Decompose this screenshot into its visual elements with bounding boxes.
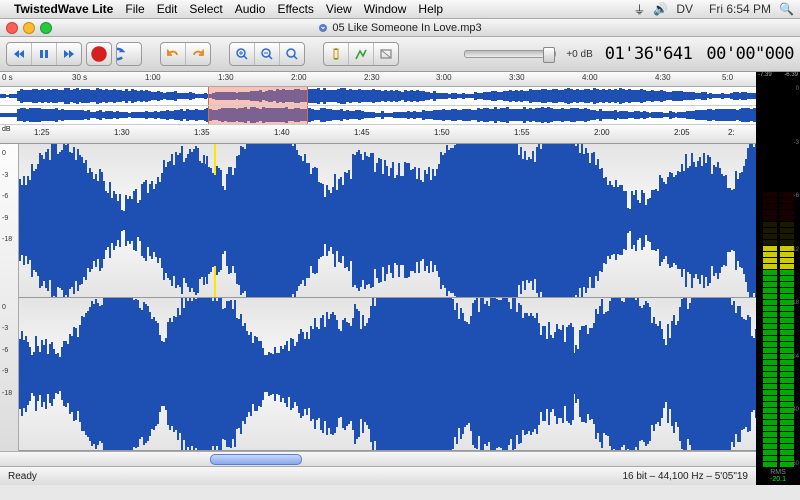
meter-rms-value: -20.1 [770,476,786,483]
app-menu[interactable]: TwistedWave Lite [14,2,113,16]
loop-button[interactable] [116,42,142,66]
record-button[interactable] [86,42,112,66]
db-ruler-label: dB [2,126,11,133]
menu-file[interactable]: File [125,2,144,16]
main-ruler[interactable]: dB 1:25 1:30 1:35 1:40 1:45 1:50 1:55 2:… [0,125,756,144]
tools-group [323,42,399,66]
status-bar: Ready 16 bit – 44,100 Hz – 5'05"19 [0,466,756,485]
menu-view[interactable]: View [326,2,352,16]
overview-tick: 0 s [2,73,13,82]
horizontal-scrollbar-thumb[interactable] [210,454,302,465]
redo-button[interactable] [186,43,210,65]
main-tick: 2:00 [594,128,610,137]
fast-forward-button[interactable] [57,43,81,65]
meter-peak-l: -7.39 [758,72,772,84]
menu-select[interactable]: Select [189,2,222,16]
zoom-in-button[interactable] [230,43,255,65]
level-meter[interactable]: -7.39 -6.39 0 -3 -6 -12 -18 -24 -40 -60 … [756,72,800,485]
zoom-out-button[interactable] [255,43,280,65]
spotlight-icon[interactable]: 🔍 [779,2,794,16]
window-titlebar[interactable]: 05 Like Someone In Love.mp3 [0,19,800,37]
volume-slider[interactable] [464,50,556,58]
overview-tick: 4:00 [582,73,598,82]
overview-waveform[interactable]: 0 s 30 s 1:00 1:30 2:00 2:30 3:00 3:30 4… [0,72,756,125]
overview-selection[interactable] [208,87,308,105]
battery-label: DV [676,2,693,16]
transport-group [6,42,82,66]
rewind-button[interactable] [7,43,32,65]
wifi-icon[interactable]: ⏚ [633,1,645,18]
pause-button[interactable] [32,43,57,65]
document-title: 05 Like Someone In Love.mp3 [332,22,481,34]
vertical-zoom-button[interactable] [324,43,349,65]
overview-tick: 5:0 [722,73,733,82]
overview-tick: 3:00 [436,73,452,82]
main-tick: 1:50 [434,128,450,137]
menu-edit[interactable]: Edit [157,2,178,16]
overview-selection[interactable] [208,106,308,124]
main-tick: 1:30 [114,128,130,137]
close-window-button[interactable] [6,22,18,34]
main-tick: 2:05 [674,128,690,137]
overview-tick: 30 s [72,73,87,82]
overview-tick: 2:30 [364,73,380,82]
meter-rms-label: RMS [770,469,786,476]
horizontal-scrollbar[interactable] [0,451,756,466]
menu-help[interactable]: Help [418,2,443,16]
minimize-window-button[interactable] [23,22,35,34]
menu-audio[interactable]: Audio [235,2,266,16]
zoom-fit-button[interactable] [280,43,304,65]
main-tick: 1:35 [194,128,210,137]
status-left: Ready [8,471,37,482]
waveform-channel-left[interactable] [19,144,756,298]
markers-button[interactable] [374,43,398,65]
undo-redo-group [160,42,211,66]
playhead-time: 01'36"641 [605,44,693,64]
meter-peak-r: -6.39 [784,72,798,84]
overview-channel-left[interactable] [0,87,756,106]
overview-tick: 1:30 [218,73,234,82]
document-proxy-icon[interactable] [318,23,328,33]
overview-channel-right[interactable] [0,106,756,125]
normalize-button[interactable] [349,43,374,65]
waveform-channel-right[interactable] [19,298,756,452]
macos-menubar: TwistedWave Lite File Edit Select Audio … [0,0,800,19]
overview-tick: 2:00 [291,73,307,82]
main-tick: 1:45 [354,128,370,137]
menu-effects[interactable]: Effects [277,2,313,16]
overview-tick: 3:30 [509,73,525,82]
menu-window[interactable]: Window [364,2,407,16]
overview-tick: 1:00 [145,73,161,82]
db-gutter-left: 0 -3 -6 -9 -18 0 -3 -6 -9 -18 [0,144,19,451]
volume-slider-knob[interactable] [543,47,555,63]
main-toolbar: +0 dB 01'36"641 00'00"000 [0,37,800,72]
overview-tick: 4:30 [655,73,671,82]
main-tick: 1:25 [34,128,50,137]
volume-db-label: +0 dB [566,49,592,60]
overview-ruler[interactable]: 0 s 30 s 1:00 1:30 2:00 2:30 3:00 3:30 4… [0,72,756,87]
zoom-group [229,42,305,66]
main-tick: 2: [728,128,735,137]
volume-icon[interactable]: 🔊 [653,2,668,16]
status-right: 16 bit – 44,100 Hz – 5'05"19 [622,471,748,482]
menubar-clock[interactable]: Fri 6:54 PM [709,2,771,16]
zoom-window-button[interactable] [40,22,52,34]
selection-duration: 00'00"000 [706,44,794,64]
main-tick: 1:55 [514,128,530,137]
main-tick: 1:40 [274,128,290,137]
undo-button[interactable] [161,43,186,65]
